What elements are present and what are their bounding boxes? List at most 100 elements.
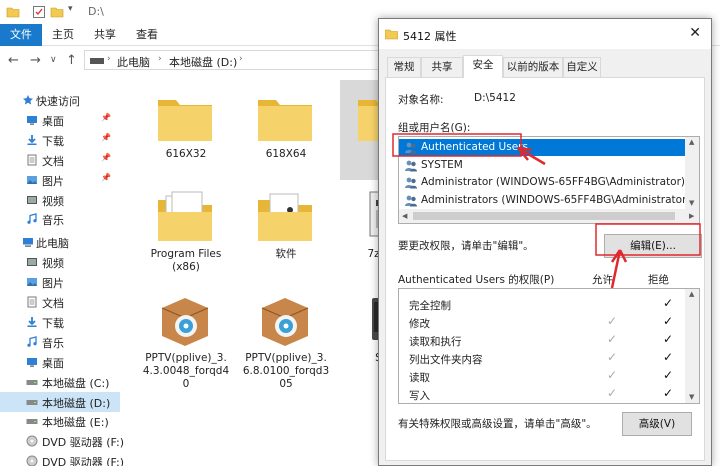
permissions-scrollbar[interactable]: ▲ ▼ (685, 289, 699, 403)
scroll-up-icon[interactable]: ▲ (689, 290, 694, 298)
nav-item-13[interactable]: 桌面 (0, 352, 120, 372)
address-input[interactable]: › 此电脑 › 本地磁盘 (D:) › (84, 50, 384, 70)
computer-icon (90, 58, 104, 64)
edit-button[interactable]: 编辑(E)... (604, 234, 702, 258)
nav-item-1[interactable]: 桌面 📌 (0, 110, 120, 130)
allow-check-icon: ✓ (607, 368, 618, 382)
package-icon (261, 298, 309, 346)
deny-column-header: 拒绝 (648, 274, 669, 286)
user-list[interactable]: Authenticated Users SYSTEM Administrator (… (398, 136, 700, 224)
nav-item-4[interactable]: 图片 📌 (0, 170, 120, 190)
ribbon-tab-3[interactable]: 查看 (126, 24, 168, 46)
breadcrumb-drive-d[interactable]: 本地磁盘 (D:) (169, 54, 237, 70)
pin-icon: 📌 (101, 152, 111, 162)
deny-check-icon: ✓ (663, 296, 674, 310)
nav-item-6[interactable]: 音乐 (0, 209, 120, 229)
allow-check-icon: ✓ (607, 386, 618, 400)
dialog-tab-3[interactable]: 以前的版本 (503, 57, 563, 77)
file-item-4[interactable]: 软件 (240, 180, 332, 280)
nav-item-14[interactable]: 本地磁盘 (C:) (0, 372, 120, 392)
scroll-up-icon[interactable]: ▲ (689, 138, 694, 146)
nav-item-label: 桌面 (42, 114, 64, 128)
change-permissions-hint: 要更改权限，请单击"编辑"。 (398, 240, 534, 252)
dialog-title-bar: 5412 属性 ✕ (379, 19, 711, 49)
nav-item-11[interactable]: 下载 (0, 312, 120, 332)
up-arrow-icon[interactable]: ↑ (66, 53, 77, 68)
title-path: D:\ (88, 5, 104, 18)
nav-item-label: 本地磁盘 (E:) (42, 416, 109, 430)
file-item-6[interactable]: PPTV(pplive)_3. 4.3.0048_forqd4 0 (140, 284, 232, 394)
forward-arrow-icon[interactable]: → (30, 53, 41, 68)
nav-item-5[interactable]: 视频 (0, 190, 120, 210)
nav-item-8[interactable]: 视频 (0, 252, 120, 272)
permissions-header: Authenticated Users 的权限(P) (398, 274, 555, 286)
breadcrumb-separator-icon: › (158, 54, 162, 64)
pin-icon: 📌 (101, 132, 111, 142)
user-row-0[interactable]: Authenticated Users (399, 139, 687, 156)
folder-docs-icon (158, 191, 212, 241)
dialog-tab-1[interactable]: 共享 (421, 57, 463, 77)
nav-item-label: DVD 驱动器 (F:) (42, 436, 125, 450)
ribbon-tab-0[interactable]: 文件 (0, 24, 42, 46)
ribbon-tab-2[interactable]: 共享 (84, 24, 126, 46)
folder-icon (6, 7, 20, 18)
scroll-thumb[interactable] (413, 212, 675, 220)
scroll-down-icon[interactable]: ▼ (689, 199, 694, 207)
nav-item-label: 快速访问 (36, 95, 80, 108)
dvd-icon (26, 435, 38, 447)
nav-item-3[interactable]: 文档 📌 (0, 150, 120, 170)
ribbon-tab-1[interactable]: 主页 (42, 24, 84, 46)
deny-check-icon: ✓ (663, 368, 674, 382)
scroll-down-icon[interactable]: ▼ (689, 393, 694, 401)
nav-item-18[interactable]: DVD 驱动器 (F:) (0, 451, 124, 466)
scroll-right-icon[interactable]: ▶ (689, 212, 694, 220)
file-item-1[interactable]: 618X64 (240, 80, 332, 180)
nav-item-16[interactable]: 本地磁盘 (E:) (0, 411, 120, 431)
advanced-button[interactable]: 高级(V) (622, 412, 692, 436)
dialog-tab-0[interactable]: 常规 (387, 57, 421, 77)
file-item-7[interactable]: PPTV(pplive)_3. 6.8.0100_forqd3 05 (240, 284, 332, 394)
user-label: SYSTEM (421, 158, 463, 171)
user-group-icon (405, 177, 417, 189)
drive-icon (26, 419, 38, 425)
user-row-3[interactable]: Administrators (WINDOWS-65FF4BG\Administ… (399, 192, 696, 209)
permission-label: 列出文件夹内容 (409, 354, 483, 366)
nav-item-10[interactable]: 文档 (0, 292, 120, 312)
nav-item-label: 音乐 (42, 214, 64, 228)
special-permissions-hint: 有关特殊权限或高级设置，请单击"高级"。 (398, 418, 597, 430)
recent-locations-chevron-icon[interactable]: ∨ (50, 55, 57, 65)
permission-label: 修改 (409, 318, 430, 330)
permission-row-2: 读取和执行 ✓ ✓ (399, 331, 687, 349)
scroll-left-icon[interactable]: ◀ (402, 212, 407, 220)
nav-item-15[interactable]: 本地磁盘 (D:) (0, 391, 120, 412)
file-item-3[interactable]: Program Files (x86) (140, 180, 232, 280)
dialog-tab-4[interactable]: 自定义 (563, 57, 601, 77)
file-item-0[interactable]: 616X32 (140, 80, 232, 180)
close-icon[interactable]: ✕ (689, 25, 701, 41)
nav-item-label: 下载 (42, 134, 64, 148)
nav-item-7[interactable]: 此电脑 (0, 232, 120, 252)
breadcrumb-this-pc[interactable]: 此电脑 (117, 54, 150, 70)
properties-check-icon[interactable] (32, 5, 46, 19)
permissions-list: 完全控制 ✓ 修改 ✓ ✓ 读取和执行 ✓ ✓ 列出文件夹内容 ✓ ✓ 读取 ✓ ✓ 写入 ✓ ✓ ▲ ▼ (398, 288, 700, 404)
back-arrow-icon[interactable]: ← (8, 53, 19, 68)
deny-check-icon: ✓ (663, 332, 674, 346)
permission-row-4: 读取 ✓ ✓ (399, 367, 687, 385)
new-folder-icon[interactable] (50, 5, 64, 19)
user-row-1[interactable]: SYSTEM (399, 157, 687, 174)
nav-item-9[interactable]: 图片 (0, 272, 120, 292)
nav-item-17[interactable]: DVD 驱动器 (F:) (0, 431, 124, 451)
nav-item-12[interactable]: 音乐 (0, 332, 120, 352)
breadcrumb-separator-icon: › (239, 54, 243, 64)
user-label: Administrator (WINDOWS-65FF4BG\Administr… (421, 176, 686, 188)
user-list-horizontal-scrollbar[interactable]: ◀ ▶ (399, 209, 699, 223)
nav-item-0[interactable]: 快速访问 (0, 90, 120, 110)
user-list-vertical-scrollbar[interactable]: ▲ ▼ (685, 137, 699, 209)
user-row-2[interactable]: Administrator (WINDOWS-65FF4BG\Administr… (399, 174, 687, 191)
nav-item-2[interactable]: 下载 📌 (0, 130, 120, 150)
dialog-tab-2[interactable]: 安全 (463, 55, 503, 78)
user-group-icon (405, 142, 417, 154)
nav-item-label: 图片 (42, 174, 64, 188)
video-icon (27, 195, 37, 204)
quick-access-dropdown-icon[interactable]: ▾ (68, 4, 73, 14)
